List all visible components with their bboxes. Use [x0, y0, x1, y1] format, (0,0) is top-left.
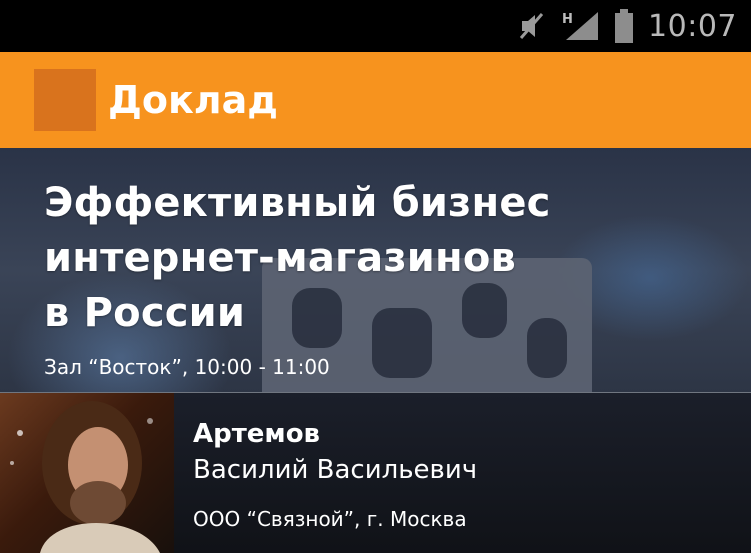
- talk-header: Эффективный бизнес интернет-магазинов в …: [0, 148, 751, 393]
- speaker-photo: [0, 393, 174, 553]
- speaker-company: ООО “Связной”, г. Москва: [193, 507, 467, 531]
- talk-title-line: интернет-магазинов: [44, 235, 517, 281]
- action-bar-title: Доклад: [108, 78, 278, 122]
- action-bar: Доклад: [0, 52, 751, 148]
- talk-title: Эффективный бизнес интернет-магазинов в …: [44, 176, 684, 341]
- status-time: 10:07: [648, 8, 737, 44]
- mute-icon: [518, 11, 546, 41]
- talk-title-line: Эффективный бизнес: [44, 180, 551, 226]
- talk-room-time: Зал “Восток”, 10:00 - 11:00: [44, 355, 330, 379]
- talk-title-line: в России: [44, 290, 246, 336]
- network-type-label: H: [562, 12, 573, 27]
- app-icon[interactable]: [34, 69, 96, 131]
- speaker-last-name: Артемов: [193, 419, 321, 449]
- signal-icon: H: [560, 10, 600, 42]
- speaker-card[interactable]: Артемов Василий Васильевич ООО “Связной”…: [0, 393, 751, 553]
- battery-icon: [614, 9, 634, 43]
- speaker-first-names: Василий Васильевич: [193, 455, 478, 485]
- status-bar: H 10:07: [0, 0, 751, 52]
